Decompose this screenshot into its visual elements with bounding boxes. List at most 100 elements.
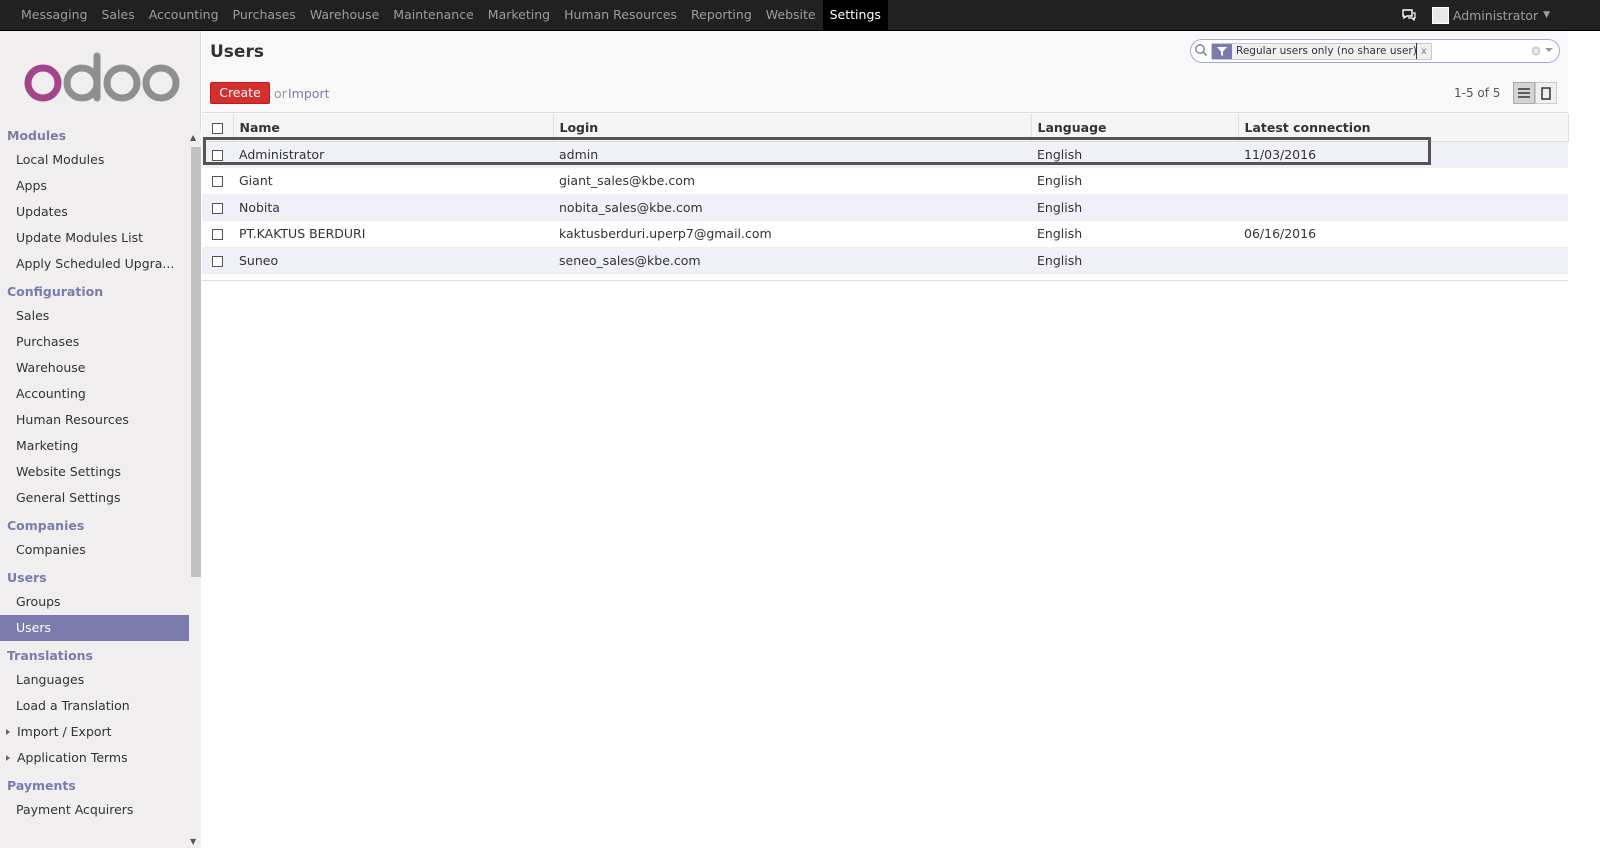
cell-latest-connection: 06/16/2016 — [1238, 220, 1568, 248]
top-menu-purchases[interactable]: Purchases — [226, 0, 303, 30]
create-button[interactable]: Create — [210, 82, 270, 104]
sidebar-item-config-human-resources[interactable]: Human Resources — [0, 407, 189, 433]
chevron-down-icon[interactable]: ▼ — [1543, 10, 1550, 20]
table-row[interactable]: Suneo seneo_sales@kbe.com English — [202, 247, 1568, 274]
sidebar-item-config-sales[interactable]: Sales — [0, 303, 189, 329]
select-all-checkbox[interactable] — [212, 122, 223, 134]
top-menu-messaging[interactable]: Messaging — [14, 0, 94, 30]
sidebar-item-import-export[interactable]: Import / Export — [0, 719, 189, 745]
scrollbar-thumb[interactable] — [191, 147, 201, 577]
sidebar-item-local-modules[interactable]: Local Modules — [0, 147, 189, 173]
form-icon — [1541, 86, 1551, 100]
cell-latest-connection: 11/03/2016 — [1238, 141, 1568, 168]
chat-icon[interactable] — [1398, 0, 1420, 30]
row-select-cell — [202, 141, 233, 168]
caret-right-icon — [6, 729, 10, 735]
search-facet-label: Regular users only (no share user) — [1236, 45, 1417, 57]
sidebar-scrollbar[interactable]: ▲ ▼ — [189, 131, 201, 848]
cell-language: English — [1031, 141, 1238, 168]
table-row[interactable]: Nobita nobita_sales@kbe.com English — [202, 194, 1568, 221]
sidebar-section-users: Users — [7, 570, 47, 585]
sidebar-item-application-terms[interactable]: Application Terms — [0, 745, 189, 771]
table-row[interactable]: PT.KAKTUS BERDURI kaktusberduri.uperp7@g… — [202, 220, 1568, 248]
sidebar-item-update-modules-list[interactable]: Update Modules List — [0, 225, 189, 251]
cell-latest-connection — [1238, 247, 1568, 274]
sidebar-item-languages[interactable]: Languages — [0, 667, 189, 693]
search-box[interactable]: Regular users only (no share user) x — [1190, 39, 1560, 63]
main-content: Users Regular users only (no share user)… — [202, 31, 1600, 848]
sidebar-item-import-export-label: Import / Export — [17, 724, 112, 739]
import-link[interactable]: Import — [288, 86, 330, 101]
pager-value[interactable]: 1-5 of 5 — [1454, 86, 1500, 100]
sidebar-item-general-settings[interactable]: General Settings — [0, 485, 189, 511]
top-menu-reporting[interactable]: Reporting — [684, 0, 759, 30]
sidebar-section-translations: Translations — [7, 648, 93, 663]
cell-language: English — [1031, 167, 1238, 195]
sidebar-item-load-translation[interactable]: Load a Translation — [0, 693, 189, 719]
row-checkbox[interactable] — [212, 255, 223, 267]
user-area: Administrator ▼ — [1398, 0, 1550, 30]
column-login[interactable]: Login — [553, 114, 1032, 142]
column-language[interactable]: Language — [1031, 114, 1239, 142]
sidebar-item-apps[interactable]: Apps — [0, 173, 189, 199]
sidebar-item-updates[interactable]: Updates — [0, 199, 189, 225]
clear-search-icon[interactable] — [1531, 44, 1541, 59]
top-menu-settings[interactable]: Settings — [822, 0, 888, 30]
cell-language: English — [1031, 194, 1238, 221]
table-row[interactable]: Administrator admin English 11/03/2016 — [202, 141, 1568, 168]
sidebar-section-modules: Modules — [7, 128, 67, 143]
cell-name: Administrator — [233, 141, 553, 168]
sidebar-item-companies[interactable]: Companies — [0, 537, 189, 563]
cell-latest-connection — [1238, 194, 1568, 221]
row-select-cell — [202, 167, 233, 195]
top-menu-maintenance[interactable]: Maintenance — [386, 0, 481, 30]
sidebar-item-users[interactable]: Users — [0, 615, 189, 641]
top-menu-website[interactable]: Website — [759, 0, 823, 30]
users-table: Name Login Language Latest connection Ad… — [202, 114, 1569, 274]
cell-latest-connection — [1238, 167, 1568, 195]
sidebar-item-config-purchases[interactable]: Purchases — [0, 329, 189, 355]
column-latest-connection[interactable]: Latest connection — [1238, 114, 1569, 142]
user-menu-name[interactable]: Administrator — [1453, 8, 1538, 23]
search-dropdown-toggle[interactable] — [1545, 48, 1553, 52]
search-input[interactable] — [1416, 43, 1516, 59]
or-text: or — [274, 86, 287, 101]
sidebar-item-apply-scheduled-upgrades[interactable]: Apply Scheduled Upgra... — [0, 251, 189, 277]
top-navbar: Messaging Sales Accounting Purchases War… — [0, 0, 1600, 31]
cell-name: PT.KAKTUS BERDURI — [233, 220, 553, 248]
top-menu-sales[interactable]: Sales — [94, 0, 141, 30]
select-all-cell — [202, 114, 234, 142]
cell-login: kaktusberduri.uperp7@gmail.com — [553, 220, 1031, 248]
top-menu: Messaging Sales Accounting Purchases War… — [0, 0, 1600, 30]
top-menu-marketing[interactable]: Marketing — [481, 0, 557, 30]
search-facet[interactable]: Regular users only (no share user) x — [1211, 43, 1432, 60]
column-name[interactable]: Name — [233, 114, 554, 142]
scroll-down-icon[interactable]: ▼ — [190, 837, 196, 846]
sidebar-item-website-settings[interactable]: Website Settings — [0, 459, 189, 485]
row-checkbox[interactable] — [212, 229, 223, 241]
sidebar-item-config-accounting[interactable]: Accounting — [0, 381, 189, 407]
sidebar-item-payment-acquirers[interactable]: Payment Acquirers — [0, 797, 189, 823]
sidebar-item-application-terms-label: Application Terms — [17, 750, 128, 765]
list-view-button[interactable] — [1513, 82, 1535, 104]
search-icon[interactable] — [1194, 43, 1208, 60]
row-select-cell — [202, 194, 233, 221]
top-menu-warehouse[interactable]: Warehouse — [303, 0, 386, 30]
scroll-up-icon[interactable]: ▲ — [190, 133, 196, 142]
view-switcher — [1513, 82, 1557, 104]
caret-right-icon — [6, 755, 10, 761]
page-title: Users — [210, 42, 264, 62]
sidebar-item-config-warehouse[interactable]: Warehouse — [0, 355, 189, 381]
form-view-button[interactable] — [1535, 82, 1557, 104]
table-row[interactable]: Giant giant_sales@kbe.com English — [202, 167, 1568, 195]
row-select-cell — [202, 247, 233, 274]
top-menu-human-resources[interactable]: Human Resources — [557, 0, 684, 30]
top-menu-accounting[interactable]: Accounting — [142, 0, 226, 30]
row-checkbox[interactable] — [212, 149, 223, 161]
row-checkbox[interactable] — [212, 176, 223, 188]
sidebar-item-groups[interactable]: Groups — [0, 589, 189, 615]
avatar[interactable] — [1431, 6, 1449, 24]
sidebar-item-config-marketing[interactable]: Marketing — [0, 433, 189, 459]
cell-login: seneo_sales@kbe.com — [553, 247, 1031, 274]
row-checkbox[interactable] — [212, 202, 223, 214]
